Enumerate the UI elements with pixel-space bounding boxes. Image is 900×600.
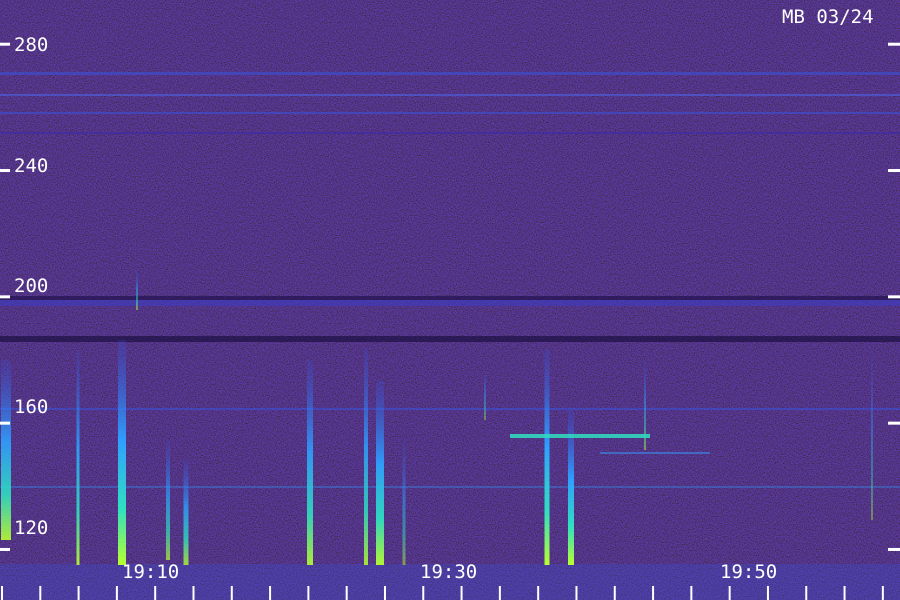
- signal-burst: [871, 350, 873, 520]
- x-tick-label: 19:10: [122, 561, 179, 583]
- y-tick-label: 120: [14, 517, 48, 539]
- horizontal-signal-streak: [510, 434, 650, 438]
- signal-burst: [376, 380, 384, 565]
- spectrogram-display: 280 240 200 160 120 19:10 19:30 19:50 MB…: [0, 0, 900, 600]
- y-tick-label: 160: [14, 396, 48, 418]
- signal-burst: [402, 440, 406, 565]
- signal-burst: [484, 370, 486, 420]
- signal-burst: [76, 350, 80, 565]
- corner-label: MB 03/24: [782, 6, 874, 28]
- x-tick-label: 19:50: [720, 561, 777, 583]
- x-tick-label: 19:30: [420, 561, 477, 583]
- signal-burst: [364, 350, 368, 565]
- signal-burst: [544, 350, 550, 565]
- horizontal-signal-streak-faint: [600, 452, 710, 454]
- spectrogram-plot: 280 240 200 160 120 19:10 19:30 19:50 MB…: [0, 0, 900, 600]
- signal-burst: [183, 460, 189, 565]
- signal-burst: [166, 440, 170, 560]
- y-tick-label: 240: [14, 155, 48, 177]
- signal-burst: [136, 270, 138, 310]
- y-tick-label: 280: [14, 34, 48, 56]
- signal-burst: [307, 360, 313, 565]
- signal-burst: [1, 360, 11, 540]
- signal-burst: [118, 340, 126, 565]
- y-tick-label: 200: [14, 275, 48, 297]
- signal-burst: [568, 410, 574, 565]
